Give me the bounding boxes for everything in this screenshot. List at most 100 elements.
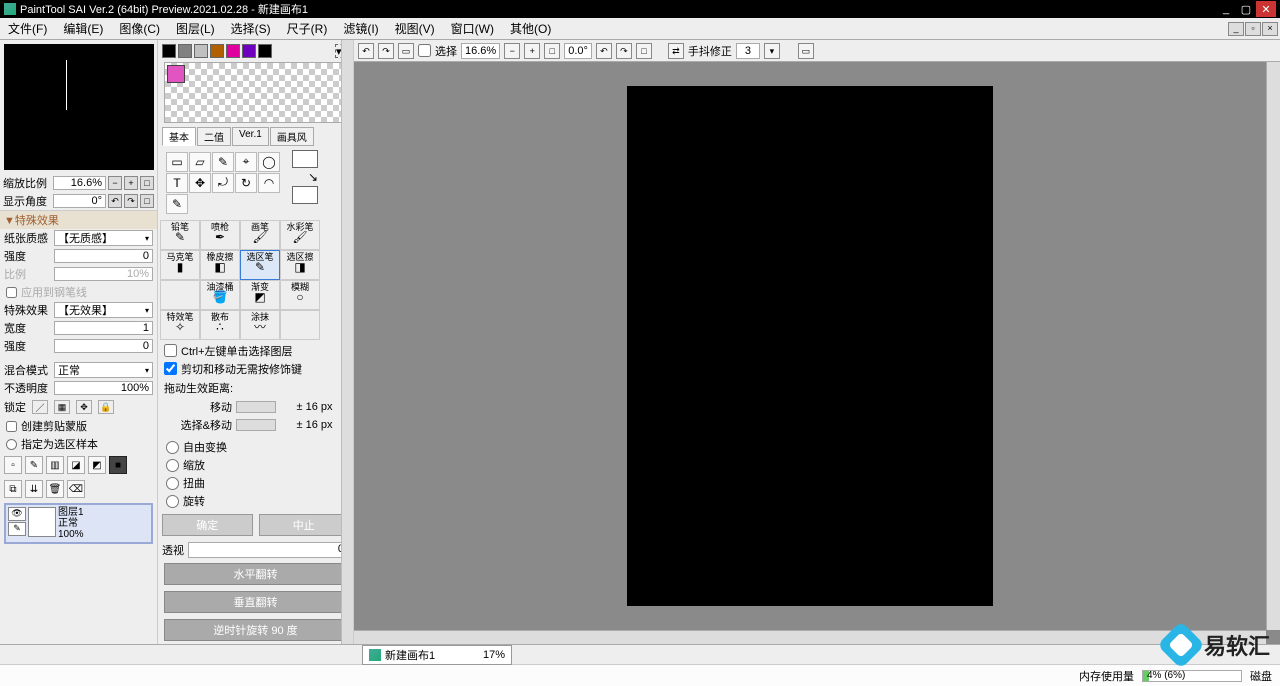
lock-none-button[interactable]: ／: [32, 400, 48, 414]
dup-layer-button[interactable]: ⧉: [4, 480, 22, 498]
fx-section-header[interactable]: ▼特殊效果: [0, 210, 157, 229]
text-tool[interactable]: T: [166, 173, 188, 193]
select-layer-checkbox[interactable]: [418, 44, 431, 57]
rotate-reset-button[interactable]: □: [140, 194, 154, 208]
selection-source-radio[interactable]: [6, 439, 17, 450]
swatch[interactable]: [162, 44, 176, 58]
lock-alpha-button[interactable]: ▦: [54, 400, 70, 414]
panel-scrollbar[interactable]: [341, 40, 353, 644]
shape-tool[interactable]: ◯: [258, 152, 280, 172]
merge-button[interactable]: ■: [109, 456, 127, 474]
lock-all-button[interactable]: 🔒: [98, 400, 114, 414]
new-folder-button[interactable]: ▥: [46, 456, 64, 474]
selmove-dist-bar[interactable]: [236, 419, 276, 431]
new-layer-button[interactable]: ▫: [4, 456, 22, 474]
layer-opts-button[interactable]: ◩: [88, 456, 106, 474]
zoom-value[interactable]: 16.6%: [53, 176, 106, 190]
misc-button[interactable]: ▭: [798, 43, 814, 59]
opacity-slider[interactable]: 100%: [54, 381, 153, 395]
eyedropper-tool[interactable]: ✎: [166, 194, 188, 214]
menu-ruler[interactable]: 尺子(R): [279, 18, 336, 39]
zoom-out-button[interactable]: −: [108, 176, 122, 190]
perspective-value[interactable]: 0: [188, 542, 349, 558]
navigator-preview[interactable]: [4, 44, 154, 170]
stabilizer-dropdown[interactable]: ▾: [764, 43, 780, 59]
maximize-button[interactable]: ▢: [1236, 1, 1256, 17]
brush-brush[interactable]: 画笔🖌: [240, 220, 280, 250]
clear-layer-button[interactable]: ⌫: [67, 480, 85, 498]
clipping-checkbox[interactable]: [6, 421, 17, 432]
bg-color[interactable]: [292, 186, 318, 204]
zoom-fit-button[interactable]: □: [544, 43, 560, 59]
zoom-tool[interactable]: ⤾: [212, 173, 234, 193]
menu-view[interactable]: 视图(V): [387, 18, 443, 39]
magic-wand-tool[interactable]: ✎: [212, 152, 234, 172]
rotate-ccw-button[interactable]: ↶: [108, 194, 122, 208]
hand-tool[interactable]: ✥: [189, 173, 211, 193]
transform-scale-radio[interactable]: [166, 459, 179, 472]
flip-vertical-button[interactable]: 垂直翻转: [164, 591, 347, 613]
zoom-in-button[interactable]: +: [124, 176, 138, 190]
toolbar-angle[interactable]: 0.0°: [564, 43, 592, 59]
fx-width-slider[interactable]: 1: [54, 321, 153, 335]
canvas-viewport[interactable]: [354, 62, 1266, 630]
lasso-tool[interactable]: ▱: [189, 152, 211, 172]
brush-selerase[interactable]: 选区擦◨: [280, 250, 320, 280]
toolbar-zoom[interactable]: 16.6%: [461, 43, 500, 59]
new-mask-button[interactable]: ◪: [67, 456, 85, 474]
rotate-tool[interactable]: ↻: [235, 173, 257, 193]
menu-filter[interactable]: 滤镜(I): [335, 18, 386, 39]
menu-edit[interactable]: 编辑(E): [55, 18, 111, 39]
foreground-swatch[interactable]: [167, 65, 185, 83]
specialfx-combo[interactable]: 【无效果】: [54, 302, 153, 318]
move-tool[interactable]: ⌖: [235, 152, 257, 172]
redo-button[interactable]: ↷: [378, 43, 394, 59]
transform-distort-radio[interactable]: [166, 477, 179, 490]
delete-layer-button[interactable]: 🗑: [46, 480, 64, 498]
swatch[interactable]: [226, 44, 240, 58]
tool-tab-binary[interactable]: 二值: [197, 127, 231, 146]
brush-fx[interactable]: 特效笔✧: [160, 310, 200, 340]
swatch[interactable]: [242, 44, 256, 58]
angle-value[interactable]: 0°: [53, 194, 106, 208]
menu-image[interactable]: 图像(C): [111, 18, 168, 39]
flip-view-button[interactable]: ⇄: [668, 43, 684, 59]
move-dist-bar[interactable]: [236, 401, 276, 413]
menu-select[interactable]: 选择(S): [223, 18, 279, 39]
menu-window[interactable]: 窗口(W): [443, 18, 502, 39]
brush-smudge[interactable]: 涂抹〰: [240, 310, 280, 340]
canvas-content[interactable]: [627, 86, 993, 606]
ctrl-click-layer-checkbox[interactable]: [164, 344, 177, 357]
rotate-cw-button[interactable]: ↷: [124, 194, 138, 208]
fx-strength2-slider[interactable]: 0: [54, 339, 153, 353]
layer-visible-icon[interactable]: 👁: [8, 507, 26, 521]
angle-reset-button[interactable]: □: [636, 43, 652, 59]
canvas-vscrollbar[interactable]: [1266, 62, 1280, 630]
brush-bucket[interactable]: 油漆桶🪣: [200, 280, 240, 310]
menu-layer[interactable]: 图层(L): [168, 18, 223, 39]
brush-pencil[interactable]: 铅笔✎: [160, 220, 200, 250]
flip-horizontal-button[interactable]: 水平翻转: [164, 563, 347, 585]
brush-selpen[interactable]: 选区笔✎: [240, 250, 280, 280]
canvas-hscrollbar[interactable]: [354, 630, 1266, 644]
menu-file[interactable]: 文件(F): [0, 18, 55, 39]
layer-edit-icon[interactable]: ✎: [8, 522, 26, 536]
merge-down-button[interactable]: ⇊: [25, 480, 43, 498]
zoom-reset-button[interactable]: □: [140, 176, 154, 190]
brush-marker[interactable]: 马克笔▮: [160, 250, 200, 280]
angle-cw-button[interactable]: ↷: [616, 43, 632, 59]
transform-free-radio[interactable]: [166, 441, 179, 454]
swatch[interactable]: [210, 44, 224, 58]
rect-select-tool[interactable]: ▭: [166, 152, 188, 172]
swap-colors-icon[interactable]: ↘: [292, 170, 318, 184]
child-restore[interactable]: ▫: [1245, 22, 1261, 36]
cut-move-checkbox[interactable]: [164, 362, 177, 375]
brush-empty2[interactable]: [280, 310, 320, 340]
rotate-90-ccw-button[interactable]: 逆时针旋转 90 度: [164, 619, 347, 641]
zoom-plus-button[interactable]: +: [524, 43, 540, 59]
swatch[interactable]: [178, 44, 192, 58]
angle-ccw-button[interactable]: ↶: [596, 43, 612, 59]
layer-item[interactable]: 👁 ✎ 图层1 正常 100%: [4, 503, 153, 544]
minimize-button[interactable]: _: [1216, 1, 1236, 17]
new-linework-button[interactable]: ✎: [25, 456, 43, 474]
